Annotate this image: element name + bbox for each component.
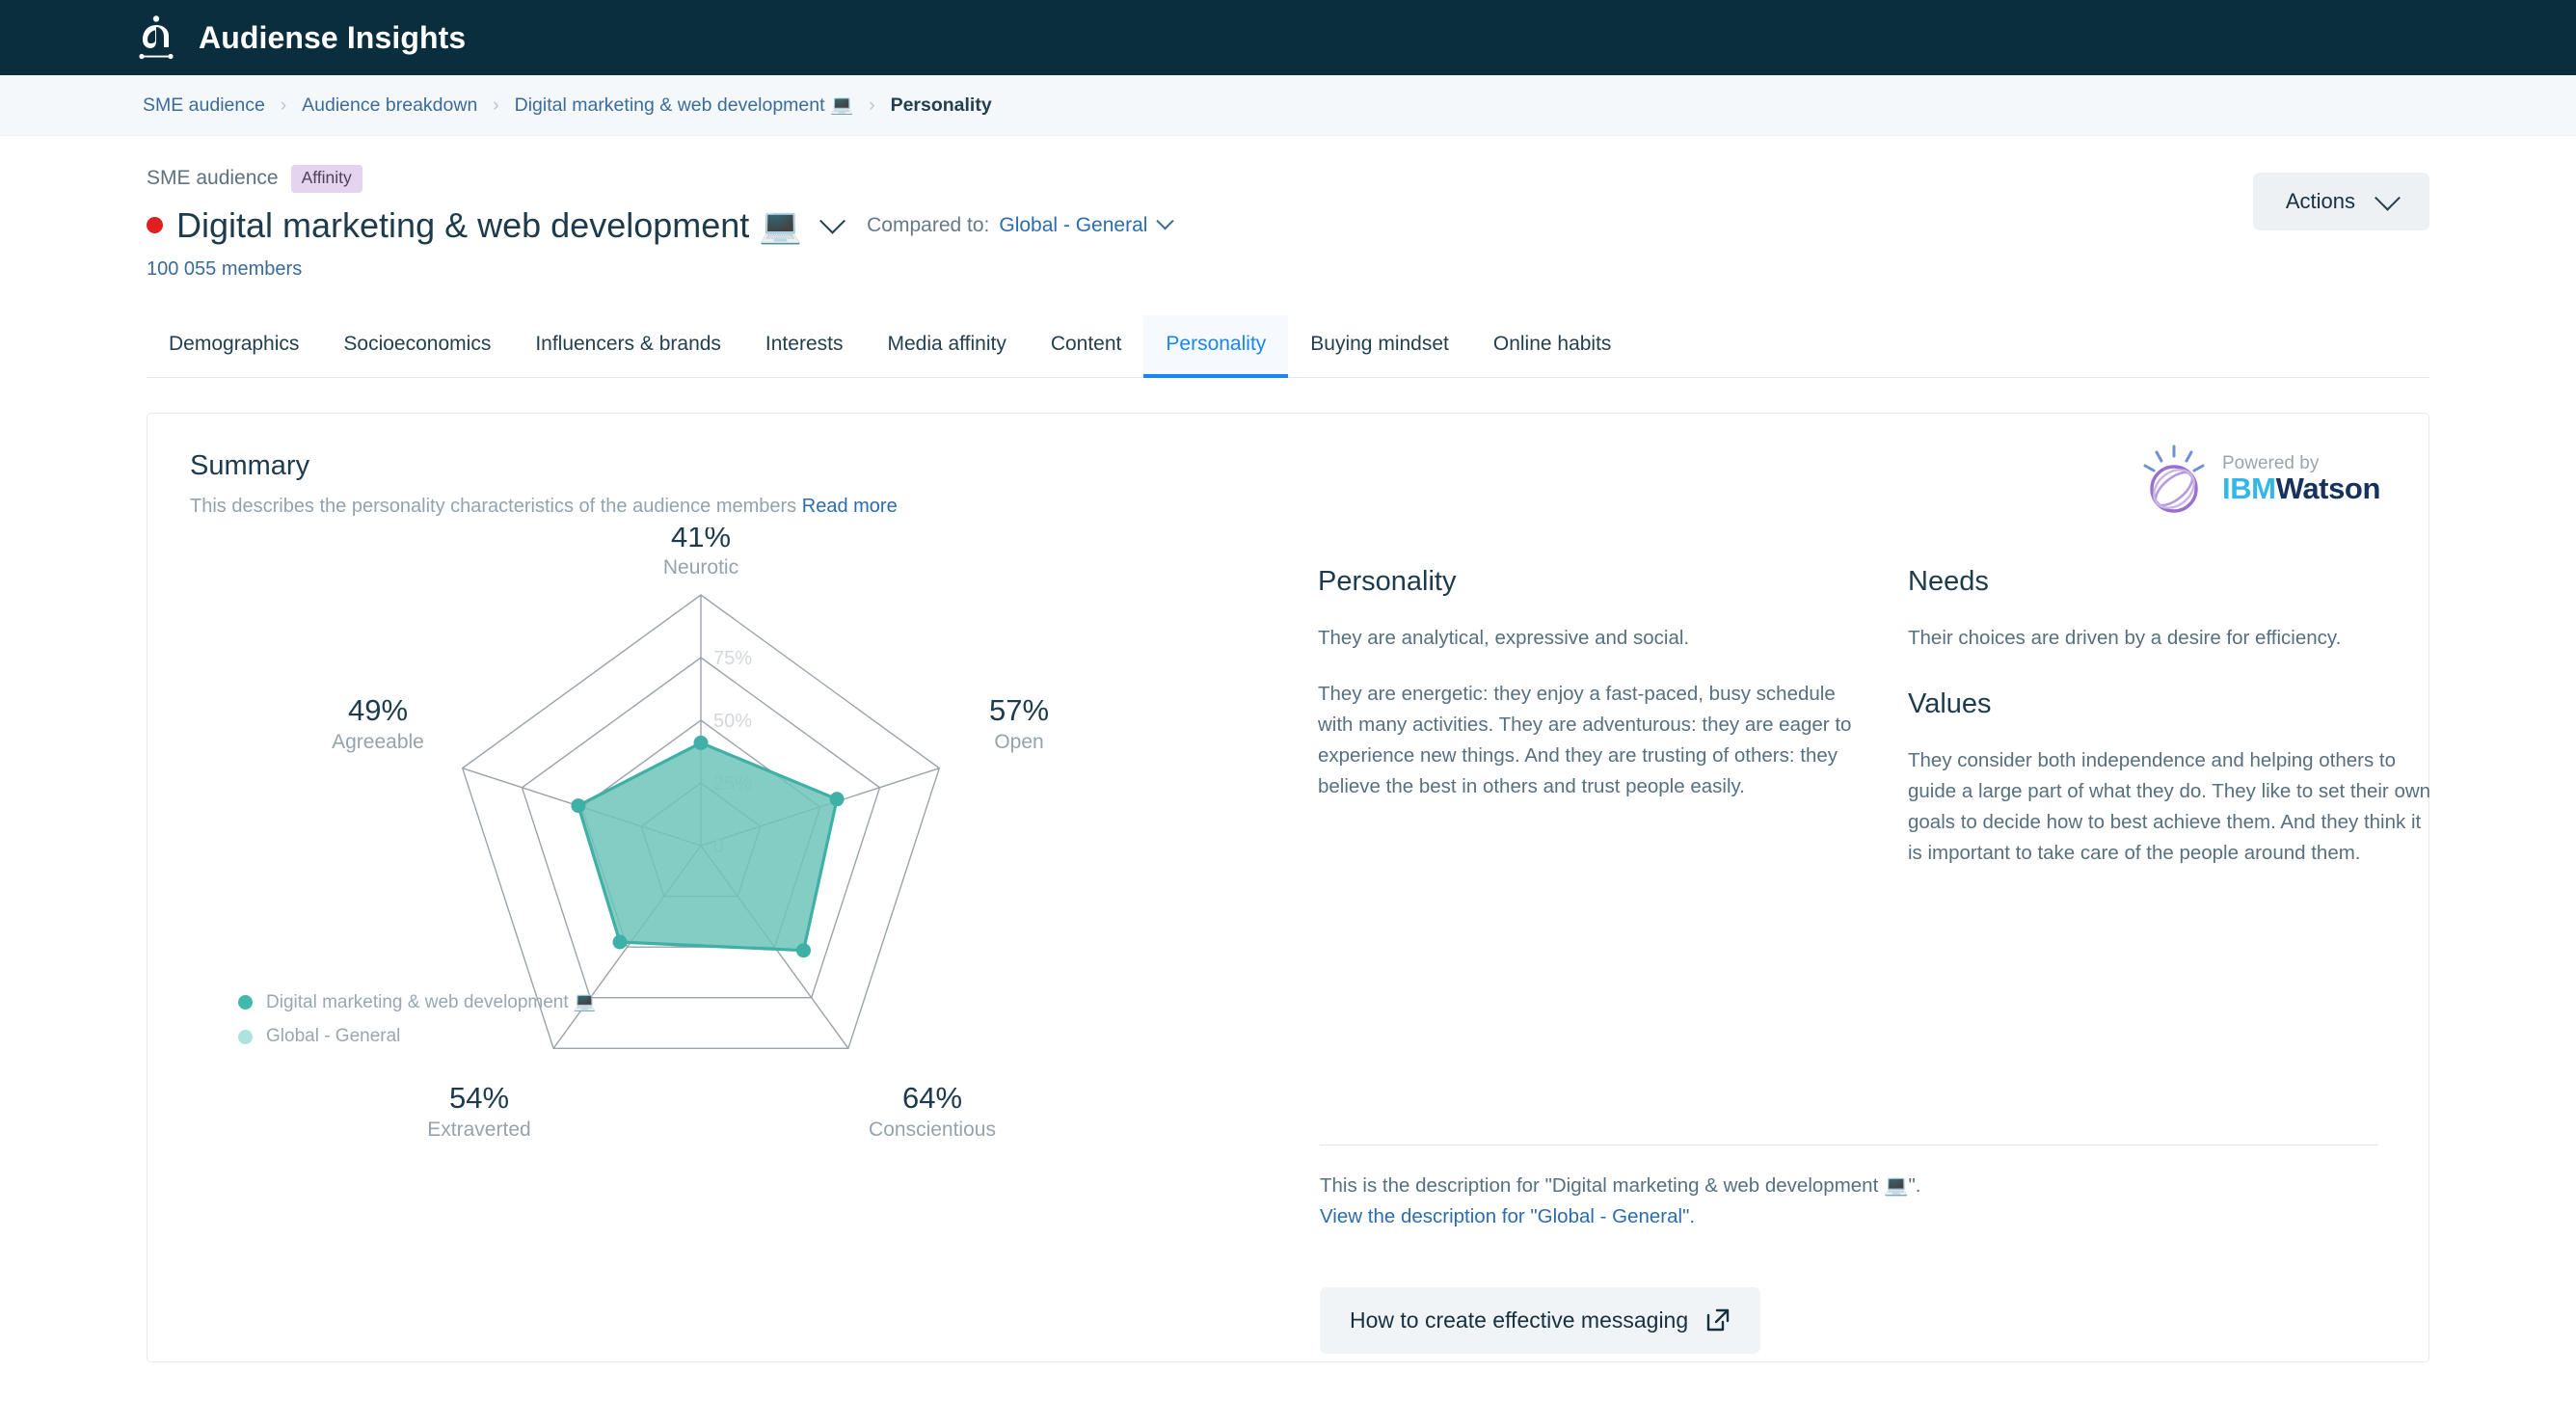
compared-to-label: Compared to: <box>867 213 990 236</box>
tab-interests[interactable]: Interests <box>743 315 866 378</box>
radar-value-extraverted: 54% <box>449 1081 509 1115</box>
tab-demographics[interactable]: Demographics <box>147 315 321 378</box>
tab-bar: Demographics Socioeconomics Influencers … <box>147 315 2429 378</box>
ibm-watson-orb-icon <box>2143 445 2205 513</box>
tab-media-affinity[interactable]: Media affinity <box>865 315 1028 378</box>
radar-ring-label-50: 50% <box>713 711 752 732</box>
breadcrumb-separator: › <box>493 94 499 116</box>
audience-eyebrow: SME audience Affinity <box>147 165 2429 193</box>
audience-name-label: SME audience <box>147 167 279 190</box>
tab-content[interactable]: Content <box>1029 315 1144 378</box>
breadcrumb-separator: › <box>869 94 875 116</box>
tab-personality[interactable]: Personality <box>1143 315 1289 378</box>
view-description-link[interactable]: View the description for "Global - Gener… <box>1320 1201 2378 1232</box>
page-header: SME audience Affinity Digital marketing … <box>147 136 2429 311</box>
card-subtitle-text: This describes the personality character… <box>190 496 797 517</box>
tab-buying-mindset[interactable]: Buying mindset <box>1288 315 1471 378</box>
tab-influencers-brands[interactable]: Influencers & brands <box>513 315 743 378</box>
chart-legend: Digital marketing & web development 💻 Gl… <box>238 990 597 1060</box>
personality-column: Personality They are analytical, express… <box>1318 566 1858 1145</box>
radar-value-neurotic: 41% <box>671 527 731 553</box>
personality-heading: Personality <box>1318 566 1457 597</box>
members-count[interactable]: 100 055 members <box>147 258 2429 281</box>
radar-value-conscientious: 64% <box>902 1081 962 1115</box>
radar-series-area <box>577 741 839 953</box>
chevron-down-icon <box>2375 184 2401 211</box>
radar-label-open: Open <box>994 731 1043 753</box>
actions-button[interactable]: Actions <box>2252 173 2429 230</box>
audience-title-row: Digital marketing & web development 💻 Co… <box>147 205 2429 246</box>
breadcrumb-separator: › <box>280 94 287 116</box>
breadcrumb-item-2[interactable]: Digital marketing & web development 💻 <box>515 94 854 117</box>
footer-notes: This is the description for "Digital mar… <box>1320 1145 2378 1233</box>
breadcrumb: SME audience › Audience breakdown › Digi… <box>0 75 2576 136</box>
needs-paragraph: Their choices are driven by a desire for… <box>1908 627 2342 649</box>
compared-to-dropdown-toggle[interactable] <box>1147 212 1175 231</box>
watson-powered-by: Powered by <box>2221 452 2320 473</box>
needs-heading: Needs <box>1908 566 1989 597</box>
chevron-down-icon <box>819 207 846 234</box>
breadcrumb-item-0[interactable]: SME audience <box>143 94 265 117</box>
personality-paragraph-1: They are analytical, expressive and soci… <box>1318 627 1690 649</box>
personality-paragraph-2: They are energetic: they enjoy a fast-pa… <box>1318 682 1852 797</box>
personality-radar-chart: 75% 50% 25% 0 <box>190 527 1318 1145</box>
radar-label-extraverted: Extraverted <box>427 1118 530 1141</box>
summary-card: Summary This describes the personality c… <box>147 413 2430 1362</box>
legend-label-primary: Digital marketing & web development 💻 <box>266 992 597 1012</box>
radar-value-agreeable: 49% <box>348 693 408 727</box>
card-footer: This is the description for "Digital mar… <box>1320 1125 2378 1354</box>
read-more-link[interactable]: Read more <box>802 496 898 517</box>
tab-online-habits[interactable]: Online habits <box>1471 315 1634 378</box>
watson-brand-watson: Watson <box>2275 471 2381 505</box>
status-badge: Affinity <box>290 165 362 193</box>
values-heading: Values <box>1908 687 1992 719</box>
tab-socioeconomics[interactable]: Socioeconomics <box>321 315 513 378</box>
values-paragraph: They consider both independence and help… <box>1908 748 2431 864</box>
segment-color-dot <box>147 217 163 233</box>
watson-brand-ibm: IBM <box>2221 471 2276 505</box>
radar-ring-label-75: 75% <box>713 648 752 669</box>
breadcrumb-item-1[interactable]: Audience breakdown <box>302 94 477 117</box>
legend-item-0[interactable]: Digital marketing & web development 💻 <box>238 990 597 1013</box>
app-title: Audiense Insights <box>199 19 467 55</box>
legend-item-1[interactable]: Global - General <box>238 1026 597 1047</box>
page-container: SME audience Affinity Digital marketing … <box>0 136 2576 1362</box>
breadcrumb-item-current: Personality <box>890 94 992 116</box>
radar-label-conscientious: Conscientious <box>869 1118 996 1141</box>
radar-value-open: 57% <box>989 693 1049 727</box>
radar-label-neurotic: Neurotic <box>663 556 738 579</box>
segment-dropdown-toggle[interactable] <box>802 207 867 234</box>
effective-messaging-label: How to create effective messaging <box>1350 1307 1689 1333</box>
compared-to-value[interactable]: Global - General <box>999 214 1147 237</box>
card-body: 75% 50% 25% 0 <box>190 527 2430 1145</box>
ibm-watson-badge: Powered by IBMWatson <box>2137 443 2380 516</box>
description-line: This is the description for "Digital mar… <box>1320 1174 1921 1197</box>
actions-button-label: Actions <box>2285 189 2355 213</box>
card-title: Summary <box>190 450 310 481</box>
insights-columns: Personality They are analytical, express… <box>1318 527 2433 1145</box>
legend-label-baseline: Global - General <box>266 1026 401 1046</box>
external-link-icon <box>1706 1309 1730 1332</box>
audiense-logo-icon[interactable] <box>135 15 177 60</box>
page-title: Digital marketing & web development 💻 <box>176 204 803 245</box>
card-subtitle: This describes the personality character… <box>190 496 2386 518</box>
legend-dot-primary <box>238 994 253 1010</box>
radar-label-agreeable: Agreeable <box>332 731 424 753</box>
top-bar: Audiense Insights <box>0 0 2576 75</box>
chevron-down-icon <box>1156 212 1175 230</box>
effective-messaging-button[interactable]: How to create effective messaging <box>1320 1286 1761 1354</box>
legend-dot-baseline <box>238 1029 253 1044</box>
needs-values-column: Needs Their choices are driven by a desi… <box>1908 566 2433 1145</box>
